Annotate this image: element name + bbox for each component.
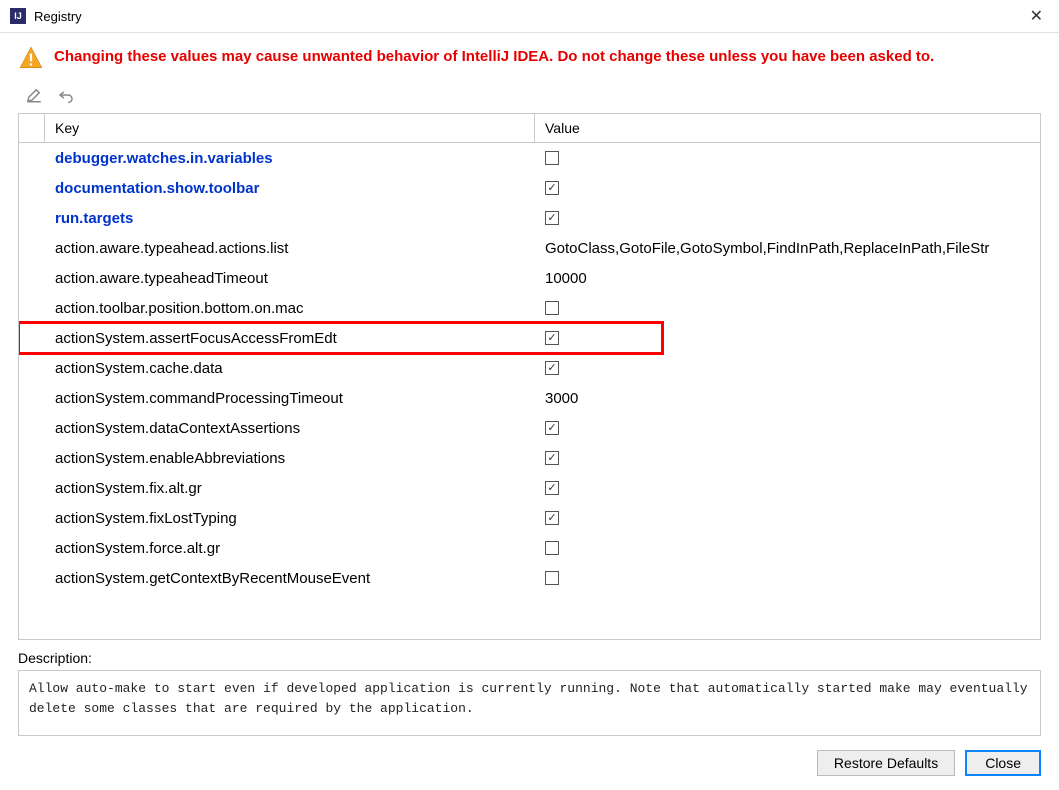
registry-value[interactable]: GotoClass,GotoFile,GotoSymbol,FindInPath… — [535, 240, 1040, 257]
description-box: Allow auto-make to start even if develop… — [18, 670, 1041, 736]
table-row[interactable]: actionSystem.fix.alt.gr — [19, 473, 1040, 503]
registry-key: actionSystem.getContextByRecentMouseEven… — [45, 570, 535, 587]
registry-value[interactable] — [535, 481, 1040, 495]
registry-key: actionSystem.fixLostTyping — [45, 510, 535, 527]
column-header-key[interactable]: Key — [45, 114, 535, 142]
registry-value[interactable] — [535, 511, 1040, 525]
table-row[interactable]: actionSystem.enableAbbreviations — [19, 443, 1040, 473]
registry-value[interactable] — [535, 181, 1040, 195]
registry-key: run.targets — [45, 210, 535, 227]
registry-value[interactable]: 3000 — [535, 390, 1040, 407]
registry-value[interactable]: 10000 — [535, 270, 1040, 287]
registry-key: actionSystem.commandProcessingTimeout — [45, 390, 535, 407]
registry-table: Key Value debugger.watches.in.variablesd… — [18, 113, 1041, 640]
restore-defaults-button[interactable]: Restore Defaults — [817, 750, 955, 776]
table-row[interactable]: action.toolbar.position.bottom.on.mac — [19, 293, 1040, 323]
value-checkbox[interactable] — [545, 331, 559, 345]
titlebar: IJ Registry ✕ — [0, 0, 1059, 33]
registry-key: actionSystem.force.alt.gr — [45, 540, 535, 557]
registry-key: documentation.show.toolbar — [45, 180, 535, 197]
registry-key: actionSystem.fix.alt.gr — [45, 480, 535, 497]
registry-key: actionSystem.assertFocusAccessFromEdt — [45, 330, 535, 347]
edit-icon[interactable] — [24, 85, 44, 105]
close-button[interactable]: Close — [965, 750, 1041, 776]
column-header-blank — [19, 114, 45, 142]
registry-key: action.aware.typeaheadTimeout — [45, 270, 535, 287]
value-text: 10000 — [545, 270, 587, 287]
registry-value[interactable] — [535, 571, 1040, 585]
revert-icon[interactable] — [56, 85, 76, 105]
warning-triangle-icon — [18, 45, 44, 71]
value-checkbox[interactable] — [545, 511, 559, 525]
registry-key: action.toolbar.position.bottom.on.mac — [45, 300, 535, 317]
table-row[interactable]: run.targets — [19, 203, 1040, 233]
registry-value[interactable] — [535, 301, 1040, 315]
value-checkbox[interactable] — [545, 301, 559, 315]
table-row[interactable]: actionSystem.commandProcessingTimeout 300… — [19, 383, 1040, 413]
column-header-value[interactable]: Value — [535, 114, 1040, 142]
value-checkbox[interactable] — [545, 361, 559, 375]
window-title: Registry — [34, 9, 1024, 24]
table-row[interactable]: action.aware.typeahead.actions.list GotoC… — [19, 233, 1040, 263]
table-row[interactable]: actionSystem.dataContextAssertions — [19, 413, 1040, 443]
value-checkbox[interactable] — [545, 451, 559, 465]
value-checkbox[interactable] — [545, 571, 559, 585]
button-row: Restore Defaults Close — [18, 750, 1041, 776]
registry-key: debugger.watches.in.variables — [45, 150, 535, 167]
close-icon[interactable]: ✕ — [1024, 6, 1049, 26]
registry-value[interactable] — [535, 451, 1040, 465]
table-header: Key Value — [19, 114, 1040, 143]
registry-value[interactable] — [535, 541, 1040, 555]
value-checkbox[interactable] — [545, 421, 559, 435]
table-row[interactable]: actionSystem.force.alt.gr — [19, 533, 1040, 563]
registry-value[interactable] — [535, 331, 1040, 345]
value-text: GotoClass,GotoFile,GotoSymbol,FindInPath… — [545, 240, 989, 257]
table-row[interactable]: actionSystem.assertFocusAccessFromEdt — [19, 323, 1040, 353]
value-checkbox[interactable] — [545, 481, 559, 495]
value-checkbox[interactable] — [545, 541, 559, 555]
table-row[interactable]: documentation.show.toolbar — [19, 173, 1040, 203]
registry-value[interactable] — [535, 211, 1040, 225]
registry-value[interactable] — [535, 361, 1040, 375]
warning-text: Changing these values may cause unwanted… — [54, 45, 934, 67]
table-row[interactable]: actionSystem.getContextByRecentMouseEven… — [19, 563, 1040, 593]
registry-key: action.aware.typeahead.actions.list — [45, 240, 535, 257]
warning-banner: Changing these values may cause unwanted… — [18, 45, 1041, 71]
registry-key: actionSystem.cache.data — [45, 360, 535, 377]
toolbar — [18, 81, 1041, 113]
table-row[interactable]: actionSystem.fixLostTyping — [19, 503, 1040, 533]
registry-key: actionSystem.enableAbbreviations — [45, 450, 535, 467]
value-checkbox[interactable] — [545, 211, 559, 225]
table-row[interactable]: actionSystem.cache.data — [19, 353, 1040, 383]
value-checkbox[interactable] — [545, 181, 559, 195]
table-row[interactable]: action.aware.typeaheadTimeout 10000 — [19, 263, 1040, 293]
description-label: Description: — [18, 650, 1041, 666]
app-icon: IJ — [10, 8, 26, 24]
table-body[interactable]: debugger.watches.in.variables documentati… — [19, 143, 1040, 639]
registry-value[interactable] — [535, 151, 1040, 165]
value-checkbox[interactable] — [545, 151, 559, 165]
registry-key: actionSystem.dataContextAssertions — [45, 420, 535, 437]
value-text: 3000 — [545, 390, 578, 407]
registry-value[interactable] — [535, 421, 1040, 435]
table-row[interactable]: debugger.watches.in.variables — [19, 143, 1040, 173]
